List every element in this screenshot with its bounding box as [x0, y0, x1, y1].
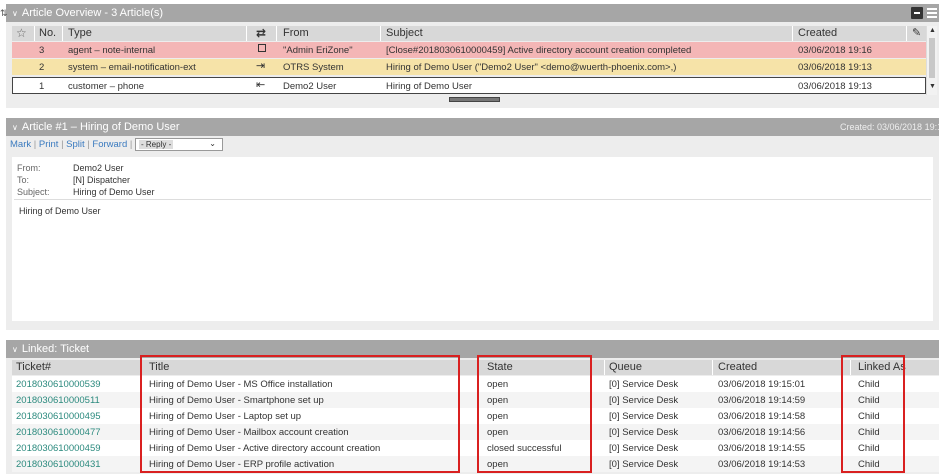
article-type: system – email-notification-ext: [68, 62, 196, 73]
col-type[interactable]: Type: [68, 27, 92, 39]
article-no: 3: [39, 45, 45, 56]
reply-select[interactable]: - Reply - ⌄: [135, 138, 223, 151]
ticket-created: 03/06/2018 19:14:59: [718, 395, 806, 406]
col-created[interactable]: Created: [718, 361, 757, 373]
article-created: 03/06/2018 19:13: [798, 62, 872, 73]
ticket-created: 03/06/2018 19:14:53: [718, 459, 806, 470]
col-no[interactable]: No.: [39, 27, 56, 39]
article-overview-title: Article Overview - 3 Article(s): [21, 7, 164, 19]
collapse-caret-icon[interactable]: ∨: [12, 345, 18, 354]
col-created[interactable]: Created: [798, 27, 837, 39]
ticket-link[interactable]: 2018030610000495: [16, 411, 101, 422]
article-detail-created: Created: 03/06/2018 19:13: [840, 122, 939, 132]
collapse-caret-icon[interactable]: ∨: [12, 123, 18, 132]
state-column-highlight: [477, 355, 592, 473]
ticket-created: 03/06/2018 19:14:55: [718, 443, 806, 454]
reply-select-value: - Reply -: [139, 140, 174, 149]
article-type: customer – phone: [68, 81, 145, 92]
article-created: 03/06/2018 19:13: [798, 81, 872, 92]
ticket-queue: [0] Service Desk: [609, 379, 679, 390]
article-no: 1: [39, 81, 45, 92]
ticket-link[interactable]: 2018030610000459: [16, 443, 101, 454]
linked-as-column-highlight: [841, 355, 905, 473]
linked-title: Linked: Ticket: [21, 343, 90, 355]
collapse-caret-icon[interactable]: ∨: [12, 9, 18, 18]
ticket-queue: [0] Service Desk: [609, 459, 679, 470]
article-actions: Mark | Print | Split | Forward |: [10, 139, 133, 150]
mark-link[interactable]: Mark: [10, 139, 31, 150]
col-from[interactable]: From: [283, 27, 309, 39]
to-value: [N] Dispatcher: [73, 175, 131, 185]
to-label: To:: [17, 175, 30, 185]
ticket-queue: [0] Service Desk: [609, 411, 679, 422]
ticket-created: 03/06/2018 19:14:58: [718, 411, 806, 422]
article-table-header: ☆ No. Type ⇄ From Subject Created ✎: [12, 26, 926, 41]
col-subject[interactable]: Subject: [386, 27, 423, 39]
title-column-highlight: [140, 355, 460, 473]
article-subject: Hiring of Demo User ("Demo2 User" <demo@…: [386, 62, 677, 73]
divider: [14, 199, 931, 200]
outgoing-icon: ⇥: [256, 60, 266, 72]
ticket-link[interactable]: 2018030610000539: [16, 379, 101, 390]
minimize-button[interactable]: [911, 7, 923, 19]
article-from: "Admin EriZone": [283, 45, 353, 56]
scroll-up-icon[interactable]: ▲: [929, 27, 936, 34]
ticket-link[interactable]: 2018030610000477: [16, 427, 101, 438]
col-queue[interactable]: Queue: [609, 361, 642, 373]
ticket-created: 03/06/2018 19:14:56: [718, 427, 806, 438]
article-type: agent – note-internal: [68, 45, 156, 56]
ticket-link[interactable]: 2018030610000431: [16, 459, 101, 470]
article-row[interactable]: 3 agent – note-internal "Admin EriZone" …: [12, 42, 926, 58]
internal-note-icon: [258, 44, 266, 52]
article-overview-header[interactable]: ∨ Article Overview - 3 Article(s): [6, 4, 939, 22]
article-detail-title: Article #1 – Hiring of Demo User: [21, 121, 180, 133]
star-icon[interactable]: ☆: [16, 26, 27, 40]
ticket-queue: [0] Service Desk: [609, 395, 679, 406]
scroll-thumb[interactable]: [929, 38, 935, 78]
ticket-queue: [0] Service Desk: [609, 427, 679, 438]
forward-link[interactable]: Forward: [92, 139, 127, 150]
article-scrollbar[interactable]: ▲ ▼: [926, 26, 937, 95]
direction-icon[interactable]: ⇄: [256, 26, 266, 40]
from-label: From:: [17, 163, 41, 173]
col-ticket[interactable]: Ticket#: [16, 361, 51, 373]
ticket-link[interactable]: 2018030610000511: [16, 395, 100, 406]
subject-value: Hiring of Demo User: [73, 187, 155, 197]
panel-resize-grip[interactable]: [449, 97, 500, 102]
article-body: Hiring of Demo User: [19, 206, 101, 216]
print-link[interactable]: Print: [39, 139, 59, 150]
scroll-down-icon[interactable]: ▼: [929, 83, 936, 90]
ticket-queue: [0] Service Desk: [609, 443, 679, 454]
ticket-created: 03/06/2018 19:15:01: [718, 379, 806, 390]
chevron-down-icon: ⌄: [209, 139, 216, 148]
resize-handle-icon[interactable]: ⇅: [0, 8, 8, 19]
article-body-area: [12, 157, 933, 321]
article-subject: Hiring of Demo User: [386, 81, 473, 92]
article-from: Demo2 User: [283, 81, 337, 92]
attachment-icon[interactable]: ✎: [912, 26, 921, 39]
incoming-icon: ⇤: [256, 79, 266, 91]
article-detail-header[interactable]: ∨ Article #1 – Hiring of Demo User: [6, 118, 939, 136]
article-no: 2: [39, 62, 45, 73]
article-row-selected[interactable]: 1 customer – phone ⇤ Demo2 User Hiring o…: [12, 77, 926, 94]
subject-label: Subject:: [17, 187, 50, 197]
article-created: 03/06/2018 19:16: [798, 45, 872, 56]
split-link[interactable]: Split: [66, 139, 84, 150]
article-subject: [Close#2018030610000459] Active director…: [386, 45, 692, 56]
minus-icon: [914, 12, 920, 14]
menu-icon[interactable]: [927, 8, 937, 18]
article-row[interactable]: 2 system – email-notification-ext ⇥ OTRS…: [12, 59, 926, 75]
from-value: Demo2 User: [73, 163, 124, 173]
article-from: OTRS System: [283, 62, 344, 73]
